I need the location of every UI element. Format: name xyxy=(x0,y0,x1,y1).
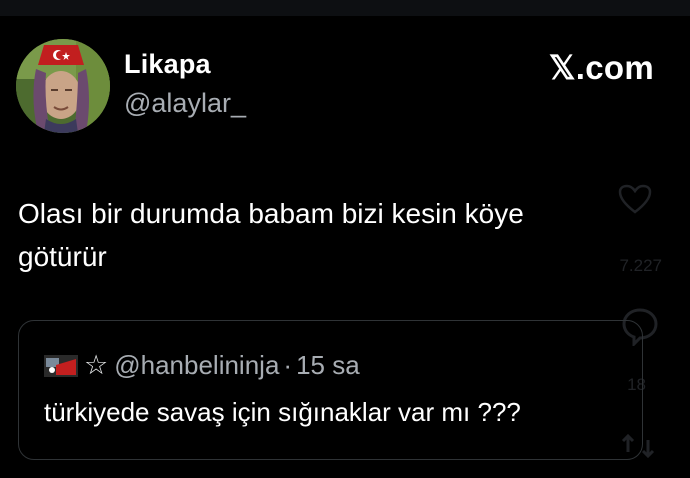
top-strip xyxy=(0,0,690,16)
author-display-name[interactable]: Likapa xyxy=(124,49,211,80)
x-logo: 𝕏.com xyxy=(548,49,654,86)
avatar[interactable] xyxy=(16,39,110,133)
like-count: 7.227 xyxy=(619,256,662,275)
quote-handle[interactable]: @hanbelininja xyxy=(114,350,279,381)
tweet-text-line: götürür xyxy=(18,241,107,272)
quote-time: 15 sa xyxy=(296,350,360,380)
author-handle[interactable]: @alaylar_ xyxy=(124,88,246,119)
tweet-text: Olası bir durumda babam bizi kesin köye … xyxy=(18,192,658,278)
quote-text: türkiyede savaş için sığınaklar var mı ?… xyxy=(44,397,521,427)
tweet-text-line: Olası bir durumda babam bizi kesin köye xyxy=(18,198,524,229)
quote-card[interactable]: ☆ @hanbelininja · 15 sa türkiyede savaş … xyxy=(18,320,643,460)
heart-icon[interactable] xyxy=(618,184,652,214)
quote-header: ☆ @hanbelininja · 15 sa xyxy=(44,350,360,381)
flag-icon xyxy=(44,354,78,377)
avatar-image xyxy=(16,39,110,133)
quote-separator: · xyxy=(283,350,293,380)
star-icon: ☆ xyxy=(84,350,109,380)
